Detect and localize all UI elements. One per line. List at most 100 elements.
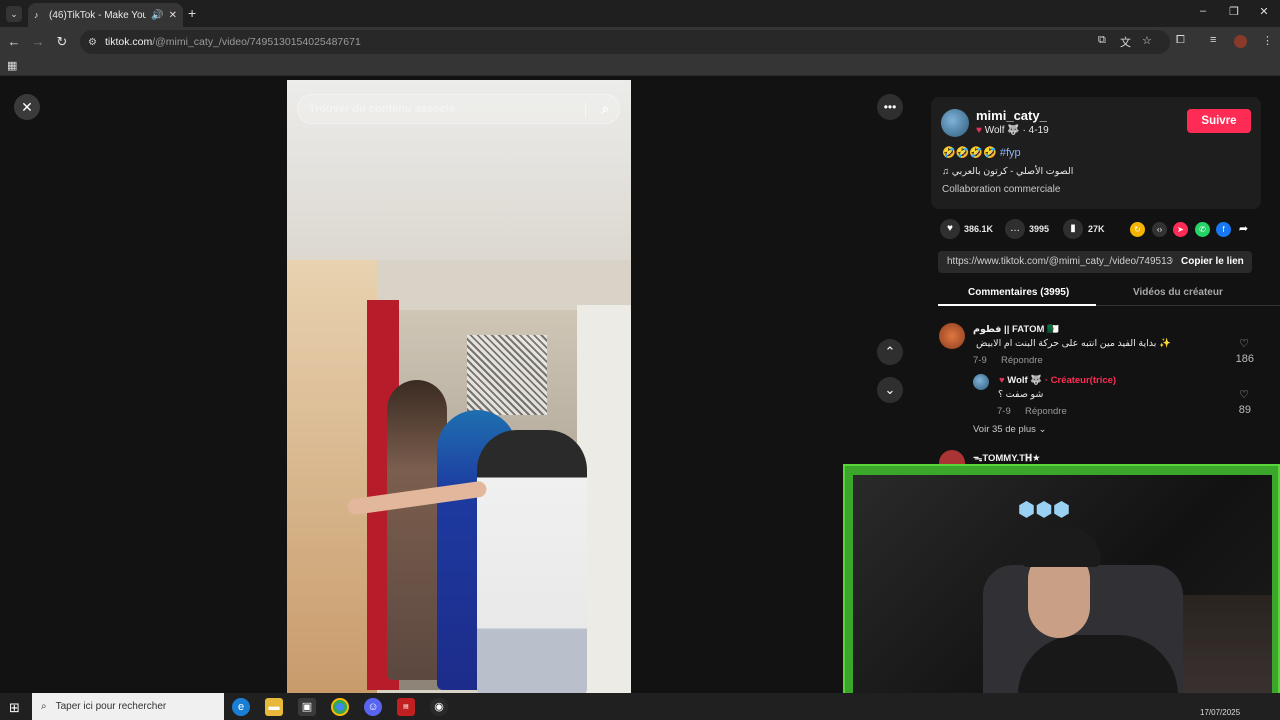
- chevron-down-icon: ⌄: [1038, 424, 1047, 435]
- comment-date: 7-9: [973, 355, 987, 366]
- close-tab-icon[interactable]: ✕: [169, 10, 177, 21]
- browser-tab-bar: ⌄ ♪ (46)TikTok - Make Your Day 🔊 ✕ + – ❐…: [0, 0, 1280, 27]
- action-bar: ♥ 386.1K … 3995 ▮ 27K ↻ ‹› ➤ ✆ f ➦: [940, 219, 1260, 241]
- cast-icon[interactable]: ⧉: [1098, 34, 1106, 47]
- reply-like-count: 89: [1238, 404, 1251, 416]
- tab-comments[interactable]: Commentaires (3995): [968, 287, 1069, 298]
- voicemeeter-icon[interactable]: ▤: [397, 698, 415, 716]
- reply-text: شو صفت ؟: [998, 389, 1044, 400]
- music-note-icon: ♫: [942, 166, 950, 177]
- comment-icon[interactable]: …: [1005, 219, 1025, 239]
- apps-grid-icon[interactable]: ▦: [7, 59, 17, 72]
- bookmark-star-icon[interactable]: ☆: [1142, 34, 1152, 47]
- video-frame-wall: [287, 260, 377, 693]
- address-bar[interactable]: ⚙ tiktok.com/@mimi_caty_/video/749513015…: [80, 30, 1170, 54]
- like-count: 386.1K: [964, 224, 994, 234]
- share-link-text[interactable]: https://www.tiktok.com/@mimi_caty_/video…: [947, 256, 1173, 267]
- windows-start-icon[interactable]: ⊞: [9, 700, 20, 716]
- comment-text: بداية الفيد مين انتبه على حركة البنت ام …: [976, 338, 1171, 349]
- view-more-replies[interactable]: Voir 35 de plus ⌄: [973, 424, 1046, 435]
- obs-icon[interactable]: ◉: [430, 698, 448, 716]
- browser-tab-active[interactable]: ♪ (46)TikTok - Make Your Day 🔊 ✕: [28, 3, 183, 27]
- video-person: [477, 430, 587, 693]
- close-icon[interactable]: ✕: [14, 94, 40, 120]
- bookmark-icon[interactable]: ▮: [1063, 219, 1083, 239]
- back-button[interactable]: ←: [6, 34, 22, 49]
- hashtag-link[interactable]: #fyp: [1000, 147, 1021, 159]
- wolf-icon: 🐺: [1030, 375, 1043, 386]
- reply-date: 7-9: [997, 406, 1011, 417]
- panel-tabs: Commentaires (3995) Vidéos du créateur: [938, 282, 1280, 306]
- repost-icon[interactable]: ↻: [1130, 222, 1145, 237]
- facebook-icon[interactable]: f: [1216, 222, 1231, 237]
- video-frame-window: [467, 335, 547, 415]
- heart-outline-icon[interactable]: ♡: [1234, 388, 1254, 401]
- speaker-icon[interactable]: 🔊: [151, 10, 163, 21]
- taskbar-search-placeholder: Taper ici pour rechercher: [55, 701, 167, 712]
- whatsapp-icon[interactable]: ✆: [1195, 222, 1210, 237]
- reply-author-name[interactable]: Wolf: [1007, 375, 1027, 386]
- discord-icon[interactable]: ☺: [364, 698, 382, 716]
- avatar[interactable]: [939, 323, 965, 349]
- post-date: 4-19: [1028, 125, 1049, 136]
- like-icon[interactable]: ♥: [940, 219, 960, 239]
- site-info-icon[interactable]: ⚙: [88, 37, 97, 48]
- comment-count: 3995: [1029, 224, 1050, 234]
- close-window-button[interactable]: ✕: [1255, 5, 1273, 18]
- webcam-person-cap: [1021, 527, 1101, 567]
- more-options-icon[interactable]: •••: [877, 94, 903, 120]
- share-link-row: https://www.tiktok.com/@mimi_caty_/video…: [938, 251, 1252, 273]
- share-arrow-icon[interactable]: ➦: [1236, 222, 1251, 237]
- edge-icon[interactable]: e: [232, 698, 250, 716]
- profile-avatar[interactable]: [1234, 35, 1247, 48]
- music-info[interactable]: ♫ الصوت الأصلي - كرتون بالعربي: [942, 166, 1073, 177]
- webcam-background-shelf: [1173, 595, 1272, 700]
- tab-creator-videos[interactable]: Vidéos du créateur: [1133, 287, 1223, 298]
- tiktok-icon: ♪: [34, 10, 39, 20]
- bookmark-bar: ▦: [0, 57, 1280, 76]
- related-content-search[interactable]: Trouver du contenu associé ⌕: [297, 94, 620, 124]
- video-player[interactable]: Trouver du contenu associé ⌕: [287, 80, 631, 693]
- caption-emojis: 🤣🤣🤣🤣: [942, 147, 997, 159]
- search-icon[interactable]: ⌕: [602, 101, 609, 117]
- search-icon: ⌕: [41, 701, 47, 712]
- tab-search-button[interactable]: ⌄: [6, 6, 22, 22]
- copy-link-button[interactable]: Copier le lien: [1181, 256, 1244, 267]
- taskbar-search[interactable]: ⌕ Taper ici pour rechercher: [32, 693, 224, 720]
- comment-author[interactable]: ᯓTOMMY.T𝐇★: [973, 451, 1041, 464]
- reply-button[interactable]: Répondre: [1025, 406, 1067, 417]
- heart-outline-icon[interactable]: ♡: [1234, 337, 1254, 350]
- tab-title: (46)TikTok - Make Your Day: [49, 9, 147, 21]
- restore-button[interactable]: ❐: [1225, 5, 1243, 18]
- new-tab-button[interactable]: +: [188, 5, 196, 21]
- avatar[interactable]: [973, 374, 989, 390]
- music-title: الصوت الأصلي - كرتون بالعربي: [951, 166, 1074, 177]
- chrome-icon[interactable]: [331, 698, 349, 716]
- reading-list-icon[interactable]: ≡: [1210, 34, 1216, 46]
- browser-toolbar: ← → ↻ ⚙ tiktok.com/@mimi_caty_/video/749…: [0, 27, 1280, 57]
- file-explorer-icon[interactable]: ▬: [265, 698, 283, 716]
- tab-underline: [938, 304, 1096, 306]
- author-nickname: Wolf: [984, 125, 1005, 136]
- author-username[interactable]: mimi_caty_: [976, 108, 1047, 123]
- url-path: /@mimi_caty_/video/7495130154025487671: [152, 36, 361, 48]
- embed-icon[interactable]: ‹›: [1152, 222, 1167, 237]
- avatar[interactable]: [941, 109, 969, 137]
- video-info-card: mimi_caty_ ♥ Wolf 🐺 · 4-19 Suivre 🤣🤣🤣🤣 #…: [931, 97, 1261, 209]
- reload-button[interactable]: ↻: [54, 34, 70, 50]
- minimize-button[interactable]: –: [1194, 5, 1212, 17]
- menu-icon[interactable]: ⋮: [1262, 34, 1273, 47]
- store-icon[interactable]: ▣: [298, 698, 316, 716]
- next-video-button[interactable]: ⌄: [877, 377, 903, 403]
- translate-icon[interactable]: 文: [1120, 34, 1131, 50]
- send-icon[interactable]: ➤: [1173, 222, 1188, 237]
- previous-video-button[interactable]: ⌃: [877, 339, 903, 365]
- forward-button[interactable]: →: [30, 34, 46, 49]
- comment-author[interactable]: فطوم || FATOM 🇩🇿: [973, 324, 1059, 335]
- extensions-icon[interactable]: ⧠: [1176, 34, 1185, 47]
- heart-icon: ♥: [976, 125, 982, 136]
- view-more-label: Voir 35 de plus: [973, 424, 1036, 435]
- windows-taskbar: ⊞ ⌕ Taper ici pour rechercher e ▬ ▣ ☺ ▤ …: [0, 693, 1280, 720]
- follow-button[interactable]: Suivre: [1187, 109, 1251, 133]
- reply-button[interactable]: Répondre: [1001, 355, 1043, 366]
